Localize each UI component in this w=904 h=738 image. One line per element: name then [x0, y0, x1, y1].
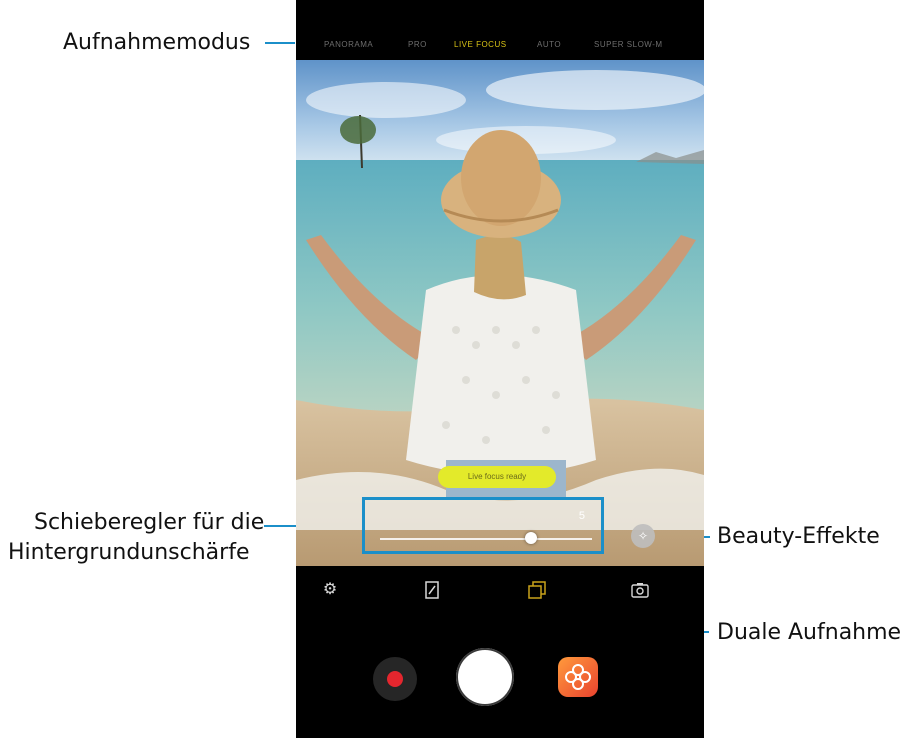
camera-viewfinder[interactable]: [296, 60, 704, 566]
callout-blur-slider-line2: Hintergrundunschärfe: [8, 540, 250, 565]
shutter-button[interactable]: [456, 648, 514, 706]
aspect-ratio-button[interactable]: [420, 578, 444, 602]
record-video-button[interactable]: [373, 657, 417, 701]
phone-screen: PANORAMA PRO LIVE FOCUS AUTO SUPER SLOW-…: [296, 0, 704, 738]
callout-shooting-mode: Aufnahmemodus: [63, 30, 251, 55]
live-focus-ready-pill: Live focus ready: [438, 466, 556, 488]
blur-slider-track[interactable]: [380, 538, 592, 540]
settings-button[interactable]: ⚙: [318, 578, 342, 602]
switch-camera-button[interactable]: [628, 578, 652, 602]
record-dot-icon: [387, 671, 403, 687]
blur-slider-thumb[interactable]: [525, 532, 538, 544]
shooting-mode-bar[interactable]: PANORAMA PRO LIVE FOCUS AUTO SUPER SLOW-…: [296, 0, 704, 60]
mode-auto[interactable]: AUTO: [537, 40, 561, 49]
aspect-ratio-icon: [425, 581, 439, 599]
dual-capture-button[interactable]: [525, 578, 549, 602]
mode-super-slow-mo[interactable]: SUPER SLOW-M: [594, 40, 663, 49]
gallery-button[interactable]: [558, 657, 598, 697]
gallery-flower-icon: [565, 664, 591, 690]
sparkle-icon: ✧: [637, 529, 649, 543]
callout-line-shooting-mode: [265, 42, 295, 44]
background-blur-slider[interactable]: 5: [362, 497, 604, 554]
callout-beauty-effects: Beauty-Effekte: [717, 524, 880, 549]
blur-level-value: 5: [578, 510, 585, 522]
callout-dual-capture: Duale Aufnahme: [717, 620, 902, 645]
dual-capture-icon: [528, 581, 546, 599]
mode-pro[interactable]: PRO: [408, 40, 427, 49]
beauty-effects-button[interactable]: ✧: [631, 524, 655, 548]
mode-live-focus[interactable]: LIVE FOCUS: [454, 40, 507, 49]
preview-image: [296, 60, 704, 566]
switch-camera-icon: [631, 583, 649, 598]
mode-panorama[interactable]: PANORAMA: [324, 40, 373, 49]
callout-blur-slider-line1: Schieberegler für die: [34, 510, 265, 535]
gear-icon: ⚙: [322, 581, 338, 598]
